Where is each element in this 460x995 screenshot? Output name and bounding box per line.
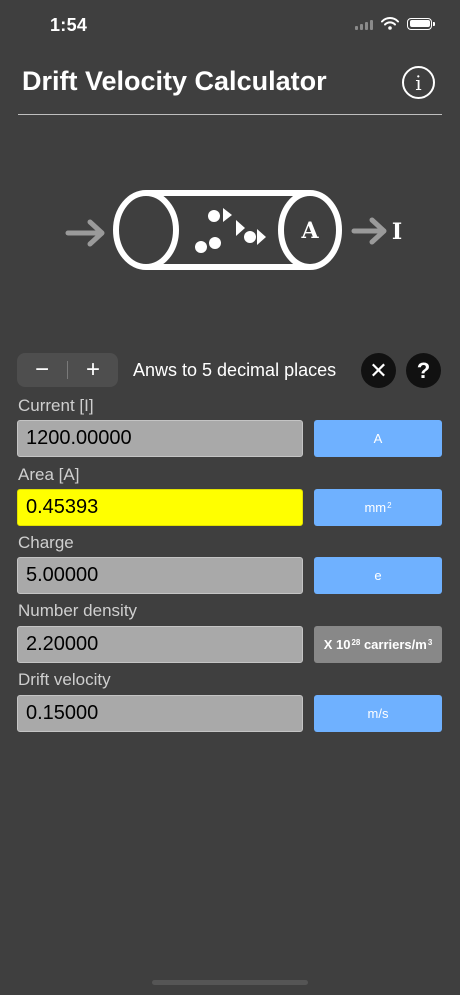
input-arrow-icon <box>65 219 105 247</box>
area-unit-button[interactable]: mm 2 <box>314 489 442 526</box>
clear-button[interactable]: ✕ <box>361 353 396 388</box>
density-unit-exponent-2: 3 <box>427 638 433 647</box>
drift-velocity-input[interactable]: 0.15000 <box>17 695 303 732</box>
header-divider <box>18 114 442 115</box>
wifi-icon <box>381 17 399 30</box>
battery-icon <box>407 17 435 30</box>
area-input[interactable]: 0.45393 <box>17 489 303 526</box>
output-arrow-icon <box>351 217 387 245</box>
drift-unit-button[interactable]: m/s <box>314 695 442 732</box>
charge-label-text: Charge <box>18 533 74 552</box>
status-time: 1:54 <box>50 15 88 35</box>
home-indicator[interactable] <box>152 980 308 985</box>
current-input[interactable]: 1200.00000 <box>17 420 303 457</box>
current-label-text: Current [I] <box>18 396 94 415</box>
info-icon: i <box>415 70 422 95</box>
current-unit-button[interactable]: A <box>314 420 442 457</box>
area-label: A <box>300 218 319 244</box>
decimal-places-label: Anws to 5 decimal places <box>133 360 337 380</box>
decrement-button[interactable]: − <box>17 353 67 387</box>
drift-label-text: Drift velocity <box>18 670 111 689</box>
page-title: Drift Velocity Calculator <box>22 66 327 96</box>
density-unit-prefix: X 10 <box>323 637 351 652</box>
current-label: I <box>392 219 402 245</box>
density-unit-exponent: 28 <box>351 638 361 647</box>
density-label-text: Number density <box>18 601 138 620</box>
charge-input[interactable]: 5.00000 <box>17 557 303 594</box>
area-label-text: Area [A] <box>18 465 80 484</box>
increment-button[interactable]: + <box>68 353 118 387</box>
question-icon: ? <box>416 357 431 383</box>
density-unit-button[interactable]: X 10 28 carriers/m 3 <box>314 626 442 663</box>
help-button[interactable]: ? <box>406 353 441 388</box>
close-icon: ✕ <box>369 357 388 383</box>
area-unit-exponent: 2 <box>387 501 392 510</box>
signal-icon <box>355 18 373 30</box>
decimal-stepper[interactable]: − + <box>17 353 118 387</box>
density-unit-text: carriers/m <box>360 637 427 652</box>
status-icons <box>355 17 435 30</box>
info-button[interactable]: i <box>402 66 435 99</box>
status-bar: 1:54 <box>0 0 460 52</box>
area-unit-text: mm <box>364 500 387 515</box>
density-input[interactable]: 2.20000 <box>17 626 303 663</box>
conductor-diagram: A I <box>65 190 402 270</box>
charge-unit-button[interactable]: e <box>314 557 442 594</box>
